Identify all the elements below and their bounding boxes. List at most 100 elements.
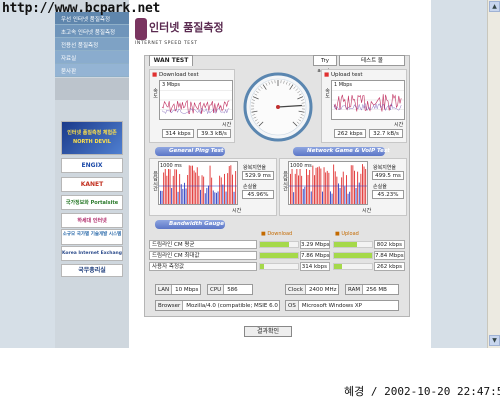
download-axis-label: 속도: [152, 88, 158, 98]
banner-kix[interactable]: Korea Internet Exchange: [61, 246, 123, 261]
ping-bar: [198, 175, 200, 204]
scroll-up-icon[interactable]: ▲: [489, 1, 500, 12]
ping-bar: [342, 171, 344, 204]
ping-bar: [309, 169, 311, 204]
ping-bar: [350, 165, 352, 204]
bandwidth-row-label: 드림라인 CM 평균: [149, 240, 257, 249]
ping-bar: [318, 166, 320, 204]
download-gauge: [259, 252, 299, 259]
ping-bar: [346, 175, 347, 204]
ping-bar: [326, 170, 328, 204]
try-again-button[interactable]: Try again: [313, 55, 337, 74]
ping-bar: [298, 175, 299, 204]
ping-bar: [172, 175, 174, 204]
ping-loss-label: 손실율: [243, 184, 257, 190]
download-gauge: [259, 263, 299, 270]
nav-item-library[interactable]: 자료실: [55, 51, 129, 64]
ping-bar: [211, 177, 213, 204]
bandwidth-gauge-bar: Bandwidth Gauge: [155, 220, 225, 229]
footer-timestamp: 혜경 / 2002-10-20 22:47:53: [344, 385, 500, 398]
ping-bar: [227, 173, 229, 204]
ping-bar: [171, 188, 173, 204]
gauge-hub: [276, 105, 280, 109]
voip-panel: 응답시간 1000 ms 시간 왕복지연율 499.5 ms 손실율 45.23…: [279, 158, 407, 216]
lan-value: 10 Mbps: [175, 287, 199, 293]
ping-bar: [317, 167, 319, 204]
ping-bar: [291, 166, 293, 204]
ping-bar: [233, 191, 235, 204]
ping-bar: [334, 171, 336, 204]
upload-line-chart: [332, 90, 404, 112]
download-graph: 3 Mbps: [159, 80, 233, 120]
banner-next-generation-internet[interactable]: 하세대 인터넷: [61, 213, 123, 228]
ping-bar: [293, 192, 295, 204]
banner-engix[interactable]: ENGIX: [61, 158, 123, 173]
ping-bar: [349, 191, 351, 204]
speed-gauge: [238, 69, 318, 143]
ping-bar: [290, 173, 291, 204]
ping-bar: [185, 188, 187, 204]
ping-bar: [201, 175, 203, 204]
browser-value: Mozilla/4.0 (compatible; MSIE 6.0: [186, 303, 278, 309]
ping-bar: [296, 164, 298, 204]
upload-gauge-fill: [334, 242, 357, 247]
banner-prime-minister-office[interactable]: 국무총리실: [61, 264, 123, 277]
ping-bar: [203, 176, 205, 204]
nav-item-highspeed[interactable]: 초고속 인터넷 품질측정: [55, 25, 129, 38]
ping-bar: [196, 167, 198, 204]
ping-bar: [333, 164, 335, 204]
ping-bar: [200, 189, 201, 204]
banner-tech-system[interactable]: 소규모 국가별 기술개발 시스템: [61, 229, 123, 245]
ping-bar: [182, 188, 184, 204]
download-gauge-value: 7.86 Mbps: [300, 251, 330, 260]
ping-rtt-value: 529.9 ms: [242, 171, 274, 180]
ping-bar: [328, 172, 330, 204]
upload-kbps-value: 262 kbps: [334, 129, 366, 138]
upload-panel: ■ Upload test 속도 1 Mbps 시간 262 kbps 32.7…: [321, 69, 407, 143]
nav-item-board[interactable]: 묻사판: [55, 64, 129, 77]
cpu-value: 586: [227, 287, 238, 293]
ping-bar: [322, 191, 323, 204]
upload-gauge: [333, 241, 373, 248]
bandwidth-row-label: 사용자 측정값: [149, 262, 257, 271]
ram-info: RAM 256 MB: [345, 284, 399, 295]
tab-wan-test[interactable]: WAN TEST: [149, 55, 193, 66]
ping-bar: [219, 175, 221, 204]
ping-bar: [166, 175, 168, 204]
ping-bar: [352, 165, 354, 204]
test-server-select[interactable]: 테스트 몰: [339, 55, 405, 66]
download-legend-icon: ■: [261, 231, 266, 237]
ping-bar: [357, 171, 359, 204]
upload-gauge-value: 802 kbps: [374, 240, 405, 249]
download-gauge-fill: [260, 253, 298, 258]
clock-label: Clock: [286, 285, 306, 294]
bandwidth-row: 사용자 측정값 314 kbps 262 kbps: [149, 262, 407, 271]
ping-bar: [360, 173, 362, 204]
nav-item-leased-line[interactable]: 전용선 품질측정: [55, 38, 129, 51]
upload-title: Upload test: [330, 72, 363, 78]
scroll-down-icon[interactable]: ▼: [489, 335, 500, 346]
ping-bar: [331, 193, 333, 204]
download-gauge-value: 3.29 Mbps: [300, 240, 330, 249]
download-kbps-value: 314 kbps: [162, 129, 194, 138]
ping-bar: [179, 174, 181, 204]
ping-bar: [304, 186, 306, 204]
upload-legend-icon: ■: [335, 231, 340, 237]
banner-kanet[interactable]: KANET: [61, 177, 123, 192]
upload-gauge: [333, 263, 373, 270]
ping-bar: [306, 166, 307, 204]
browser-window: 우선 인터넷 품질측정 초고속 인터넷 품질측정 전용선 품질측정 자료실 묻사…: [0, 0, 500, 348]
ping-bar: [338, 183, 339, 204]
ping-bar: [325, 172, 327, 204]
ping-bar: [363, 166, 365, 204]
vertical-scrollbar[interactable]: ▲ ▼: [487, 0, 500, 348]
ping-bar: [188, 165, 190, 204]
bandwidth-row: 드림라인 CM 평균 3.29 Mbps 802 kbps: [149, 240, 407, 249]
os-label: OS: [286, 301, 299, 310]
result-check-button[interactable]: 결과확인: [244, 326, 292, 337]
banner-portalsite[interactable]: 국가정보화 Portalsite: [61, 195, 123, 210]
upload-gauge: [333, 252, 373, 259]
watermark-url: http://www.bcpark.net: [2, 1, 161, 16]
banner-north-devil[interactable]: 인터넷 품질측정 체험존 NORTH DEVIL: [61, 121, 123, 155]
speed-gauge-dial: [243, 72, 313, 142]
